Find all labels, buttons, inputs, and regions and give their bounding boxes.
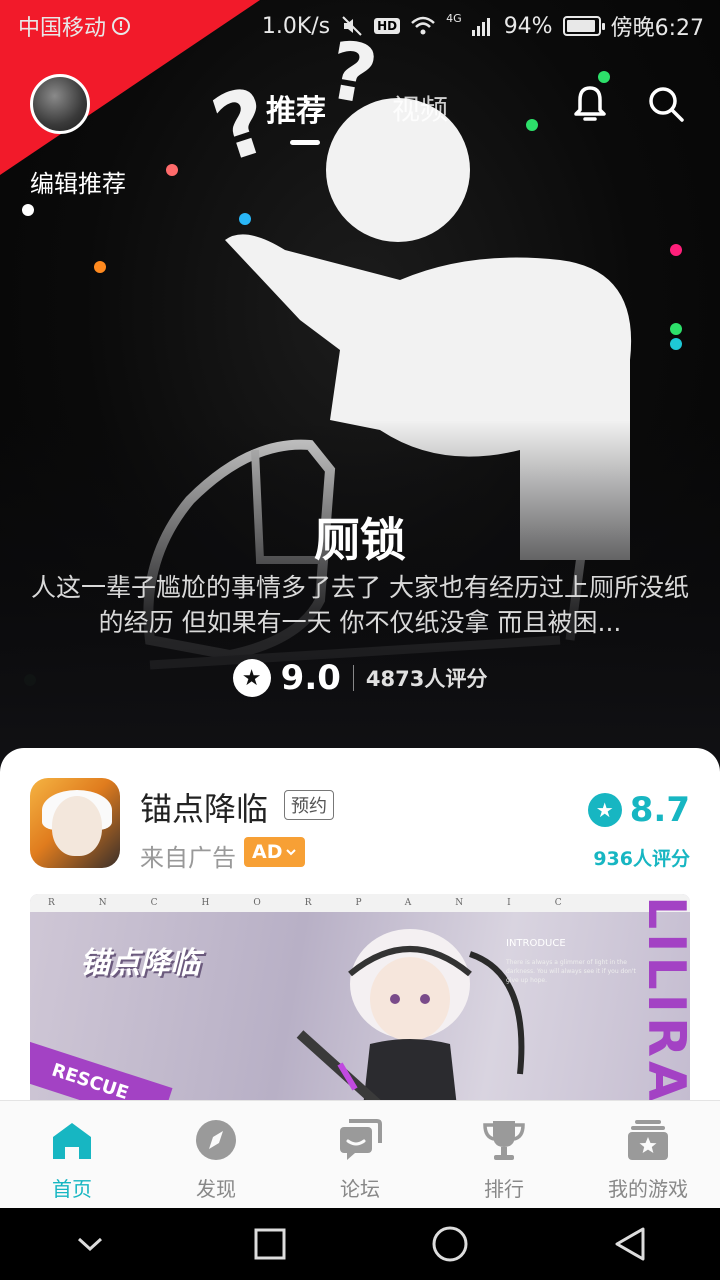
network-speed: 1.0K/s bbox=[261, 13, 331, 39]
home-circle-icon[interactable] bbox=[420, 1214, 480, 1274]
banner-letter-strip: RNCHORPANIC bbox=[30, 894, 690, 912]
compass-icon bbox=[196, 1120, 236, 1160]
banner-rescue-label: RESCUE bbox=[30, 1041, 173, 1108]
network-type: 4G bbox=[446, 11, 462, 25]
banner-character bbox=[296, 929, 525, 1108]
star-icon: ★ bbox=[232, 659, 271, 697]
chevron-down-icon[interactable] bbox=[60, 1214, 120, 1274]
app-name[interactable]: 锚点降临 bbox=[140, 784, 268, 830]
app-rating-count: 936人评分 bbox=[593, 848, 690, 870]
nav-my-games[interactable]: 我的游戏 bbox=[576, 1101, 720, 1209]
banner-vertical-text: LILIRA bbox=[636, 896, 690, 1106]
home-icon bbox=[53, 1123, 91, 1159]
app-rating: ★ 8.7 bbox=[587, 790, 690, 830]
nav-label-forum: 论坛 bbox=[340, 1177, 380, 1201]
alert-icon: ! bbox=[112, 17, 131, 35]
ad-badge[interactable]: AD bbox=[244, 837, 306, 867]
featured-rating-count: 4873人评分 bbox=[365, 667, 488, 691]
banner-intro-text: There is always a glimmer of light in th… bbox=[506, 959, 636, 984]
preorder-tag: 预约 bbox=[284, 790, 334, 820]
chevron-down-icon bbox=[286, 849, 297, 856]
hd-icon: HD bbox=[374, 18, 401, 34]
app-score: 8.7 bbox=[629, 790, 690, 830]
nav-ranking[interactable]: 排行 bbox=[432, 1101, 576, 1209]
bottom-navigation: 首页 发现 论坛 排行 我的游戏 bbox=[0, 1100, 720, 1208]
featured-description: 人这一辈子尴尬的事情多了去了 大家也有经历过上厕所没纸的经历 但如果有一天 你不… bbox=[31, 573, 689, 637]
featured-score: 9.0 bbox=[280, 658, 341, 698]
carrier-label: 中国移动 bbox=[18, 16, 107, 41]
nav-label-my-games: 我的游戏 bbox=[608, 1177, 688, 1201]
ad-label: AD bbox=[252, 841, 283, 863]
avatar[interactable] bbox=[30, 74, 90, 134]
trophy-icon bbox=[483, 1121, 525, 1160]
game-box-icon bbox=[628, 1120, 668, 1160]
system-navigation-bar bbox=[0, 1208, 720, 1280]
mute-icon bbox=[342, 16, 362, 36]
divider bbox=[352, 665, 354, 691]
battery-percent: 94% bbox=[503, 13, 553, 39]
signal-icon bbox=[471, 18, 490, 36]
bell-icon[interactable] bbox=[568, 82, 612, 126]
forum-icon bbox=[340, 1119, 382, 1160]
editor-pick-label[interactable]: 编辑推荐 bbox=[30, 164, 126, 199]
ad-game-card[interactable]: 锚点降临 预约 来自广告 AD ★ 8.7 936人评分 RNCHORPANIC… bbox=[0, 748, 720, 1108]
status-bar: 中国移动 ! 1.0K/s HD 4G 94% 傍晚6:27 bbox=[0, 0, 720, 50]
tab-recommend[interactable]: 推荐 bbox=[266, 86, 326, 130]
search-icon[interactable] bbox=[644, 82, 688, 126]
banner-intro-title: INTRODUCE bbox=[506, 938, 566, 949]
tab-video[interactable]: 视频 bbox=[392, 88, 448, 128]
battery-icon bbox=[562, 16, 605, 36]
recents-icon[interactable] bbox=[240, 1214, 300, 1274]
app-icon[interactable] bbox=[30, 778, 120, 868]
featured-title[interactable]: 厕锁 bbox=[0, 504, 720, 570]
wifi-icon bbox=[411, 16, 435, 35]
ad-banner-image[interactable]: RNCHORPANIC 锚点降临 INTRODUCE There is alwa… bbox=[30, 894, 690, 1108]
ad-source-label: 来自广告 bbox=[140, 844, 236, 872]
star-icon: ★ bbox=[587, 793, 622, 827]
featured-rating: ★ 9.0 4873人评分 bbox=[0, 658, 720, 698]
active-tab-indicator bbox=[290, 140, 320, 145]
nav-discover[interactable]: 发现 bbox=[144, 1101, 288, 1209]
banner-logo: 锚点降临 bbox=[80, 946, 200, 981]
nav-label-home: 首页 bbox=[52, 1177, 92, 1201]
nav-label-ranking: 排行 bbox=[484, 1177, 524, 1201]
clock: 傍晚6:27 bbox=[610, 16, 704, 41]
nav-label-discover: 发现 bbox=[196, 1177, 236, 1201]
nav-home[interactable]: 首页 bbox=[0, 1101, 144, 1209]
back-icon[interactable] bbox=[600, 1214, 660, 1274]
nav-forum[interactable]: 论坛 bbox=[288, 1101, 432, 1209]
